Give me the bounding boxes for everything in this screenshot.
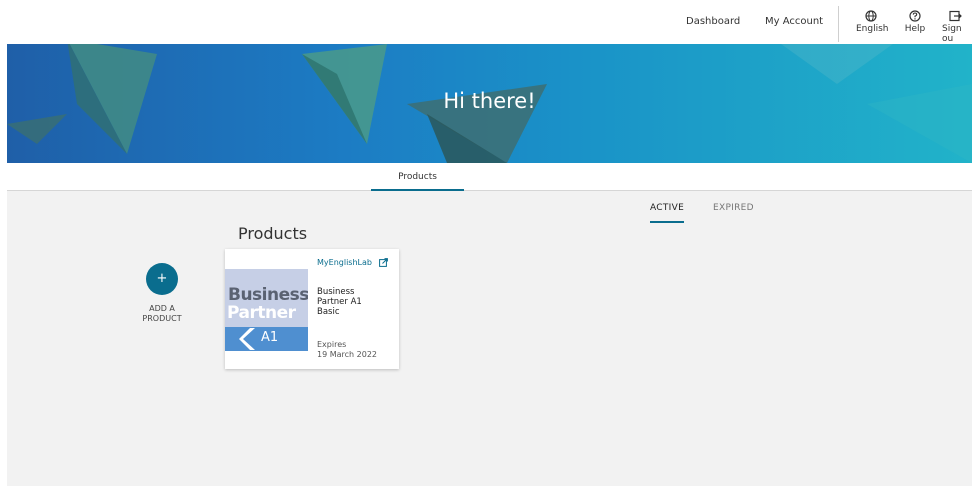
main-content: ACTIVE EXPIRED Products + ADD A PRODUCT … — [7, 191, 972, 486]
product-thumbnail[interactable]: Business Partner A1 — [225, 269, 308, 351]
help-icon — [909, 10, 921, 22]
add-product-label-line1: ADD A — [149, 304, 175, 313]
product-card[interactable]: Business Partner A1 MyEnglishLab Busines… — [225, 249, 399, 369]
top-navigation: Dashboard My Account English Help Sign o… — [0, 0, 972, 44]
dashboard-link[interactable]: Dashboard — [686, 16, 740, 27]
hero-greeting: Hi there! — [443, 89, 536, 113]
expires-date: 19 March 2022 — [317, 350, 378, 359]
globe-icon — [865, 10, 877, 22]
help-label: Help — [904, 24, 926, 34]
add-product-label: ADD A PRODUCT — [133, 304, 191, 324]
help-button[interactable]: Help — [903, 10, 927, 34]
sign-out-icon — [949, 10, 962, 22]
product-name: Business Partner A1 Basic — [317, 287, 362, 317]
sign-out-button[interactable]: Sign ou — [942, 10, 972, 44]
tabs-bar: Products — [7, 163, 972, 191]
expires-label: Expires — [317, 340, 347, 349]
chevron-left-icon — [239, 328, 255, 350]
filter-active-tab[interactable]: ACTIVE — [650, 203, 685, 223]
products-heading: Products — [238, 224, 308, 243]
product-brand-link[interactable]: MyEnglishLab — [317, 258, 372, 267]
nav-divider — [838, 6, 839, 42]
sign-out-label: Sign ou — [942, 24, 962, 44]
add-product-button[interactable]: + — [146, 263, 178, 295]
product-expiry: Expires 19 March 2022 — [317, 340, 377, 360]
thumbnail-level: A1 — [261, 330, 279, 345]
thumbnail-word-business: Business — [228, 285, 308, 305]
thumbnail-word-partner: Partner — [227, 303, 296, 323]
filter-expired-tab[interactable]: EXPIRED — [713, 203, 754, 213]
hero-banner: Hi there! — [7, 44, 972, 163]
my-account-link[interactable]: My Account — [765, 16, 823, 27]
tab-products[interactable]: Products — [371, 163, 464, 191]
add-product-label-line2: PRODUCT — [142, 314, 182, 323]
external-link-icon[interactable] — [379, 258, 388, 267]
language-label: English — [856, 24, 889, 34]
language-button[interactable]: English — [856, 10, 889, 34]
plus-icon: + — [156, 271, 168, 286]
